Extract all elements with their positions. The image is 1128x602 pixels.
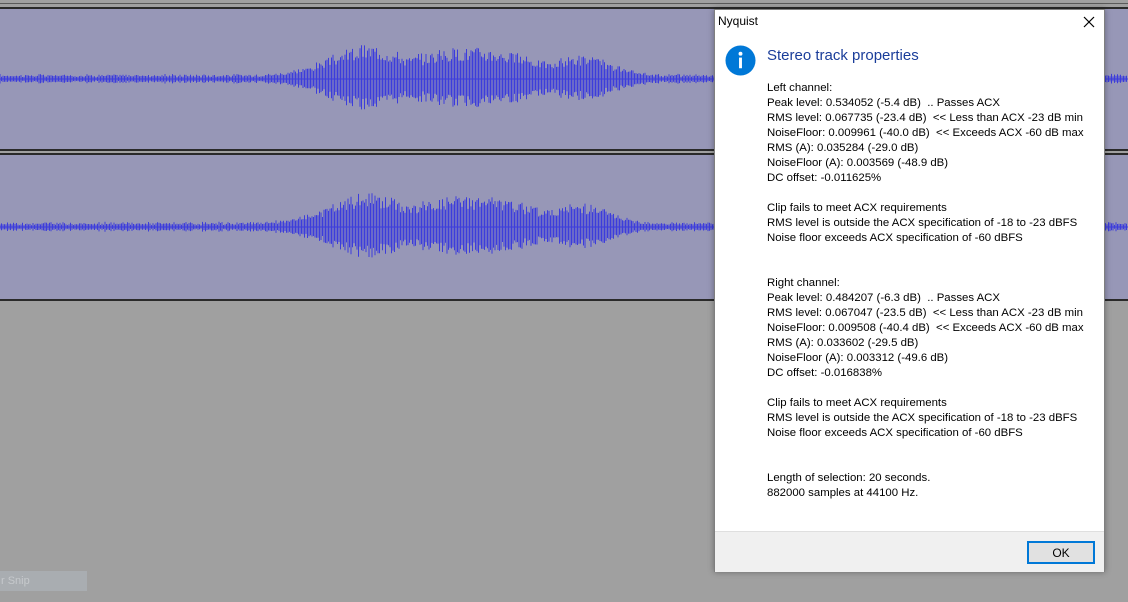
- info-icon: [725, 45, 756, 76]
- right-dc-offset: DC offset: -0.016838%: [767, 367, 883, 379]
- sample-info: 882000 samples at 44100 Hz.: [767, 487, 919, 499]
- snip-tooltip: r Snip: [0, 571, 87, 591]
- dialog-message: Left channel: Peak level: 0.534052 (-5.4…: [767, 81, 1102, 501]
- right-rms-level: RMS level: 0.067047 (-23.5 dB) << Less t…: [767, 307, 1083, 319]
- dialog-title: Nyquist: [718, 14, 759, 28]
- right-noise-floor-a: NoiseFloor (A): 0.003312 (-49.6 dB): [767, 352, 949, 364]
- right-rms-spec: RMS level is outside the ACX specificati…: [767, 412, 1078, 424]
- left-rms-a: RMS (A): 0.035284 (-29.0 dB): [767, 142, 919, 154]
- left-peak-level: Peak level: 0.534052 (-5.4 dB) .. Passes…: [767, 97, 1001, 109]
- right-channel-header: Right channel:: [767, 277, 840, 289]
- selection-length: Length of selection: 20 seconds.: [767, 472, 931, 484]
- right-peak-level: Peak level: 0.484207 (-6.3 dB) .. Passes…: [767, 292, 1001, 304]
- left-rms-spec: RMS level is outside the ACX specificati…: [767, 217, 1078, 229]
- dialog-heading: Stereo track properties: [767, 47, 919, 64]
- right-noise-spec: Noise floor exceeds ACX specification of…: [767, 427, 1023, 439]
- left-noise-floor-a: NoiseFloor (A): 0.003569 (-48.9 dB): [767, 157, 949, 169]
- ok-button[interactable]: OK: [1027, 541, 1095, 564]
- dialog-titlebar[interactable]: Nyquist: [715, 10, 1104, 34]
- close-icon: [1083, 16, 1095, 28]
- dialog-footer: OK: [715, 531, 1104, 572]
- top-rule: [0, 3, 1128, 4]
- left-channel-header: Left channel:: [767, 82, 833, 94]
- nyquist-dialog: Nyquist Stereo track properties Left cha…: [714, 9, 1105, 572]
- left-noise-floor: NoiseFloor: 0.009961 (-40.0 dB) << Excee…: [767, 127, 1084, 139]
- right-rms-a: RMS (A): 0.033602 (-29.5 dB): [767, 337, 919, 349]
- left-dc-offset: DC offset: -0.011625%: [767, 172, 882, 184]
- right-fail-message: Clip fails to meet ACX requirements: [767, 397, 947, 409]
- right-noise-floor: NoiseFloor: 0.009508 (-40.4 dB) << Excee…: [767, 322, 1084, 334]
- left-noise-spec: Noise floor exceeds ACX specification of…: [767, 232, 1023, 244]
- left-rms-level: RMS level: 0.067735 (-23.4 dB) << Less t…: [767, 112, 1083, 124]
- left-fail-message: Clip fails to meet ACX requirements: [767, 202, 947, 214]
- close-button[interactable]: [1074, 10, 1104, 34]
